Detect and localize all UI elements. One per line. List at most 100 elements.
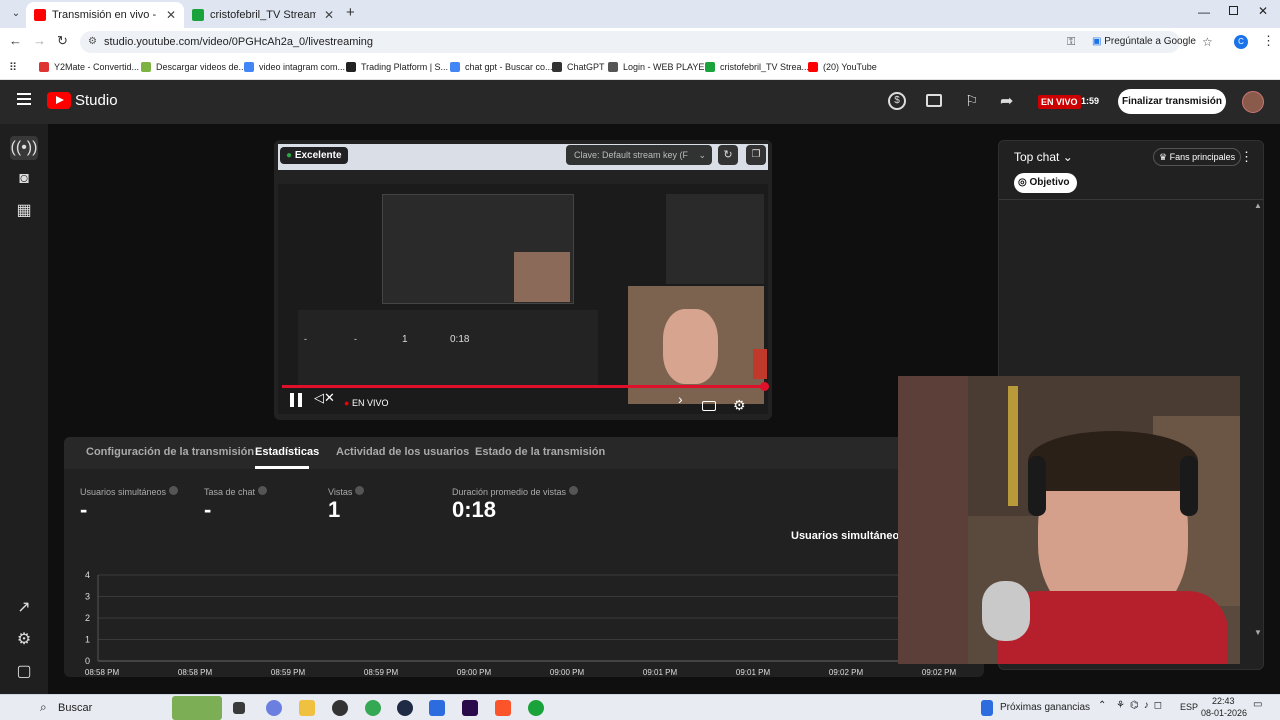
search-icon[interactable]: ⌕ [40,700,47,715]
brave-icon[interactable] [495,700,511,716]
x-tick-label: 09:01 PM [643,668,678,677]
bookmark-item[interactable]: ChatGPT [552,62,605,72]
end-stream-button[interactable]: Finalizar transmisión [1118,89,1226,114]
mute-icon[interactable]: ◁✕ [314,390,335,406]
app-icon[interactable] [397,700,413,716]
url-input[interactable]: ⚙ studio.youtube.com/video/0PGHcAh2a_0/l… [80,31,1213,53]
tray-chevron-icon[interactable]: ⌃ [1098,700,1106,711]
tab-list-chevron-icon[interactable]: ⌄ [8,6,24,22]
bookmark-item[interactable]: Trading Platform | S... [346,62,448,72]
camera-icon[interactable]: ◙ [12,167,36,191]
goal-target-icon: ◎ [1018,177,1030,188]
reload-icon[interactable]: ↻ [57,33,68,49]
monetization-icon[interactable]: $ [888,92,906,110]
task-view-icon[interactable] [233,702,245,714]
share-icon[interactable]: ➦ [1000,91,1013,111]
apps-grid-icon[interactable]: ⠿ [9,61,17,74]
scroll-down-icon[interactable]: ▼ [1254,628,1262,637]
studio-logo[interactable]: Studio [47,92,118,109]
site-info-icon[interactable]: ⚙ [88,31,97,53]
help-icon[interactable] [354,486,364,495]
bookmark-item[interactable]: cristofebril_TV Strea... [705,62,809,72]
minimize-icon[interactable]: — [1198,5,1210,19]
bookmark-item[interactable]: chat gpt - Buscar co... [450,62,553,72]
top-chat-dropdown[interactable]: Top chat ⌄ [1014,150,1073,164]
stream-key-select[interactable]: Clave: Default stream key (F ⌄ [566,145,712,165]
forward-icon[interactable]: → [33,33,46,48]
tab-estadisticas[interactable]: Estadísticas [255,446,319,458]
exit-arrow-icon[interactable]: ↗ [12,596,36,620]
profile-avatar[interactable]: C [1234,35,1248,49]
bookmark-label: Y2Mate - Convertid... [54,62,140,72]
notification-icon[interactable]: ▭ [1253,699,1262,710]
tab-actividad[interactable]: Actividad de los usuarios [336,446,469,458]
stream-key-text: Clave: Default stream key (F [574,150,689,160]
live-broadcast-icon[interactable]: ((•)) [10,136,38,160]
file-explorer-icon[interactable] [299,700,315,716]
password-key-icon[interactable]: ⚿ [1067,31,1075,53]
restore-icon[interactable] [1229,6,1238,15]
bookmark-favicon-icon [141,62,151,72]
copy-key-icon[interactable]: ❐ [746,145,766,165]
calendar-icon[interactable]: ▦ [12,199,36,223]
captions-icon[interactable] [702,401,716,411]
close-tab-icon[interactable]: ✕ [158,8,176,22]
ask-google-button[interactable]: ▣ Pregúntale a Google [1092,31,1196,53]
reset-key-icon[interactable]: ↻ [718,145,738,165]
bookmark-item[interactable]: Descargar videos de... [141,62,246,72]
chart-title: Usuarios simultáneos [791,530,906,542]
progress-bar[interactable] [282,385,766,388]
help-icon[interactable] [568,486,578,495]
tab-estado[interactable]: Estado de la transmisión [475,446,605,458]
taskbar-search[interactable]: Buscar [58,702,92,714]
bookmark-item[interactable]: video intagram com... [244,62,345,72]
clock-time[interactable]: 22:43 [1212,696,1235,706]
streamer-shirt [998,591,1228,664]
feedback-icon[interactable]: ▢ [12,660,36,684]
kick-icon[interactable] [528,700,544,716]
settings-gear-icon[interactable]: ⚙ [12,628,36,652]
bookmark-item[interactable]: Login - WEB PLAYER [608,62,711,72]
tab-configuracion[interactable]: Configuración de la transmisión [86,446,254,458]
metric-label-text: Duración promedio de vistas [452,487,567,497]
goal-button[interactable]: ◎ Objetivo [1014,173,1077,193]
tray-icons[interactable]: ⚘⌬♪◻ [1116,700,1167,711]
copilot-icon[interactable] [266,700,282,716]
scroll-up-icon[interactable]: ▲ [1254,201,1262,210]
bookmark-icon[interactable]: ⚐ [965,92,978,110]
clock-date[interactable]: 08-01-2026 [1201,708,1247,718]
progress-handle[interactable] [760,382,769,391]
chrome-icon[interactable] [365,700,381,716]
bookmark-item[interactable]: Y2Mate - Convertid... [39,62,139,72]
widgets-icon[interactable] [172,696,222,720]
input-language[interactable]: ESP [1180,702,1198,712]
chat-menu-icon[interactable]: ⋮ [1240,149,1253,165]
bookmark-star-icon[interactable]: ☆ [1202,31,1213,53]
browser-tab-studio[interactable]: Transmisión en vivo - YouTube ✕ [26,2,184,28]
editor-icon[interactable] [429,700,445,716]
next-icon[interactable]: › [678,391,683,407]
stream-preview[interactable]: - - 1 0:18 ● Excelente Clave: Default st… [274,140,772,420]
back-icon[interactable]: ← [9,33,22,48]
y-tick-label: 3 [85,592,90,602]
bookmark-label: ChatGPT [567,62,605,72]
browser-menu-icon[interactable]: ⋮ [1262,33,1275,49]
browser-tab-stream[interactable]: cristofebril_TV Stream - Watch ✕ [184,2,342,28]
new-tab-button[interactable]: + [346,4,355,21]
premiere-icon[interactable] [462,700,478,716]
obs-icon[interactable] [332,700,348,716]
profile-initial: C [1238,37,1244,46]
channel-avatar[interactable] [1242,91,1264,113]
fans-button[interactable]: ♛ Fans principales [1153,148,1242,166]
close-window-icon[interactable]: ✕ [1258,4,1268,18]
pause-icon[interactable] [290,393,302,407]
bookmark-item[interactable]: (20) YouTube [808,62,877,72]
clapperboard-icon[interactable] [926,94,942,107]
player-settings-icon[interactable]: ⚙ [733,397,746,414]
weather-text[interactable]: Próximas ganancias [1000,702,1090,713]
hamburger-menu-icon[interactable] [17,93,31,105]
close-tab-icon[interactable]: ✕ [316,8,334,22]
help-icon[interactable] [257,486,267,495]
help-icon[interactable] [168,486,178,495]
weather-icon[interactable] [981,700,993,716]
